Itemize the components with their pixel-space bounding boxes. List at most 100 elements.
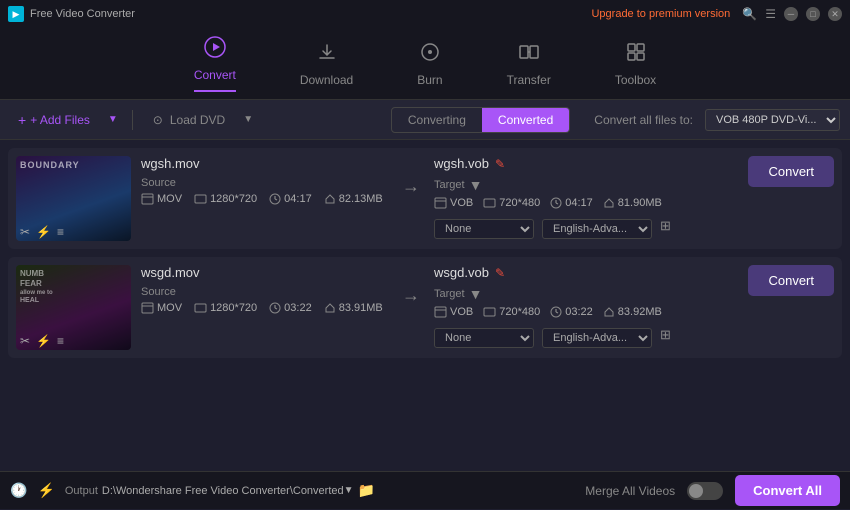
thumbnail-1: BOUNDARY ✂ ⚡ ≡: [16, 156, 131, 241]
search-icon[interactable]: 🔍: [742, 7, 757, 21]
output-path-dropdown[interactable]: ▼: [344, 485, 354, 496]
settings-icon-2[interactable]: ⚡: [36, 334, 51, 348]
upgrade-link[interactable]: Upgrade to premium version: [591, 8, 730, 20]
tab-converting[interactable]: Converting: [392, 108, 482, 132]
clock-icon[interactable]: 🕐: [10, 482, 27, 499]
thumb-controls-2: ✂ ⚡ ≡: [20, 334, 64, 348]
target-col-2: wsgd.vob ✎ Target ▼ VOB 720*480 03:22: [434, 265, 730, 348]
source-dur-2: 03:22: [269, 302, 312, 314]
target-format-2: VOB: [434, 306, 473, 318]
file-list: BOUNDARY ✂ ⚡ ≡ wgsh.mov Source MOV 1280*…: [0, 140, 850, 510]
target-dropdown-arrow-1[interactable]: ▼: [469, 177, 483, 193]
nav-burn-label: Burn: [417, 73, 442, 87]
maximize-button[interactable]: □: [806, 7, 820, 21]
output-label: Output: [65, 485, 98, 497]
target-format-1: VOB: [434, 197, 473, 209]
merge-label: Merge All Videos: [585, 484, 675, 498]
flash-icon[interactable]: ⚡: [37, 482, 54, 499]
source-meta-2: MOV 1280*720 03:22 83.91MB: [141, 302, 388, 314]
target-dur-1: 04:17: [550, 197, 593, 209]
app-logo: ▶: [8, 6, 24, 22]
target-name-row-2: wsgd.vob ✎: [434, 265, 730, 280]
convert-btn-col-2: Convert: [740, 265, 834, 296]
target-res-2: 720*480: [483, 306, 540, 318]
nav-convert-underline: [194, 90, 236, 92]
convert-all-select[interactable]: VOB 480P DVD-Vi...: [705, 109, 840, 131]
nav-download[interactable]: Download: [288, 35, 365, 93]
load-dvd-label: Load DVD: [170, 113, 225, 127]
source-format-2: MOV: [141, 302, 182, 314]
subtitle-icon-1[interactable]: ⊞: [660, 218, 671, 234]
source-meta-1: MOV 1280*720 04:17 82.13MB: [141, 193, 388, 205]
titlebar: ▶ Free Video Converter Upgrade to premiu…: [0, 0, 850, 28]
tab-converted[interactable]: Converted: [482, 108, 569, 132]
close-button[interactable]: ✕: [828, 7, 842, 21]
minimize-button[interactable]: ─: [784, 7, 798, 21]
load-dvd-button[interactable]: ⊙ Load DVD: [145, 109, 233, 131]
list-icon[interactable]: ≡: [57, 225, 64, 239]
bottom-icons: 🕐 ⚡: [10, 482, 55, 499]
convert-all-button[interactable]: Convert All: [735, 475, 840, 506]
dvd-icon: ⊙: [153, 113, 163, 127]
convert-btn-col-1: Convert: [740, 156, 834, 187]
add-files-button[interactable]: + + Add Files: [10, 108, 98, 132]
subtitle-icon-2[interactable]: ⊞: [660, 327, 671, 343]
convert-all-label: Convert all files to:: [594, 113, 693, 127]
add-files-dropdown-button[interactable]: ▼: [106, 112, 120, 127]
dropdowns-row-1: None English-Adva... ⊞: [434, 213, 730, 239]
language-select-1[interactable]: English-Adva...: [542, 219, 652, 239]
list-icon-2[interactable]: ≡: [57, 334, 64, 348]
thumb-label-1: BOUNDARY: [20, 160, 80, 170]
convert-button-1[interactable]: Convert: [748, 156, 834, 187]
target-col-1: wgsh.vob ✎ Target ▼ VOB 720*480 04:17: [434, 156, 730, 239]
language-select-2[interactable]: English-Adva...: [542, 328, 652, 348]
folder-icon[interactable]: 📁: [358, 482, 375, 499]
target-label-2: Target ▼: [434, 286, 730, 302]
convert-nav-icon: [204, 36, 226, 64]
target-meta-2: VOB 720*480 03:22 83.92MB: [434, 306, 730, 318]
target-dropdown-arrow-2[interactable]: ▼: [469, 286, 483, 302]
output-path: D:\Wondershare Free Video Converter\Conv…: [102, 485, 344, 497]
quality-select-2[interactable]: None: [434, 328, 534, 348]
nav-toolbox[interactable]: Toolbox: [603, 35, 668, 93]
target-name-row-1: wgsh.vob ✎: [434, 156, 730, 171]
scissors-icon[interactable]: ✂: [20, 225, 30, 239]
quality-select-1[interactable]: None: [434, 219, 534, 239]
source-size-1: 82.13MB: [324, 193, 383, 205]
menu-icon[interactable]: ☰: [765, 7, 776, 21]
load-dvd-dropdown-button[interactable]: ▼: [241, 112, 255, 127]
target-res-1: 720*480: [483, 197, 540, 209]
nav-download-label: Download: [300, 73, 353, 87]
edit-icon-2[interactable]: ✎: [495, 266, 505, 280]
nav-toolbox-label: Toolbox: [615, 73, 656, 87]
download-nav-icon: [316, 41, 338, 69]
file-info-2: wsgd.mov Source MOV 1280*720 03:22 83.91: [141, 265, 388, 314]
plus-icon: +: [18, 112, 26, 128]
source-filename-2: wsgd.mov: [141, 265, 388, 280]
target-size-2: 83.92MB: [603, 306, 662, 318]
nav-burn[interactable]: Burn: [405, 35, 454, 93]
toggle-thumb: [689, 484, 703, 498]
arrow-col-2: →: [398, 265, 424, 306]
titlebar-right: Upgrade to premium version 🔍 ☰ ─ □ ✕: [591, 7, 842, 21]
add-files-label: + Add Files: [30, 113, 90, 127]
edit-icon-1[interactable]: ✎: [495, 157, 505, 171]
file-item-2: NUMB FEAR allow me to HEAL ✂ ⚡ ≡ wsgd.mo…: [8, 257, 842, 358]
nav-convert[interactable]: Convert: [182, 30, 248, 98]
target-size-1: 81.90MB: [603, 197, 662, 209]
nav-convert-label: Convert: [194, 68, 236, 82]
target-label-1: Target ▼: [434, 177, 730, 193]
target-filename-1: wgsh.vob: [434, 156, 489, 171]
scissors-icon-2[interactable]: ✂: [20, 334, 30, 348]
dropdowns-row-2: None English-Adva... ⊞: [434, 322, 730, 348]
app-title: Free Video Converter: [30, 8, 135, 20]
file-info-1: wgsh.mov Source MOV 1280*720 04:17 82.13: [141, 156, 388, 205]
settings-icon[interactable]: ⚡: [36, 225, 51, 239]
convert-button-2[interactable]: Convert: [748, 265, 834, 296]
nav-transfer-label: Transfer: [507, 73, 551, 87]
source-dur-1: 04:17: [269, 193, 312, 205]
merge-toggle[interactable]: [687, 482, 723, 500]
target-filename-2: wsgd.vob: [434, 265, 489, 280]
arrow-icon-1: →: [402, 176, 420, 197]
nav-transfer[interactable]: Transfer: [495, 35, 563, 93]
